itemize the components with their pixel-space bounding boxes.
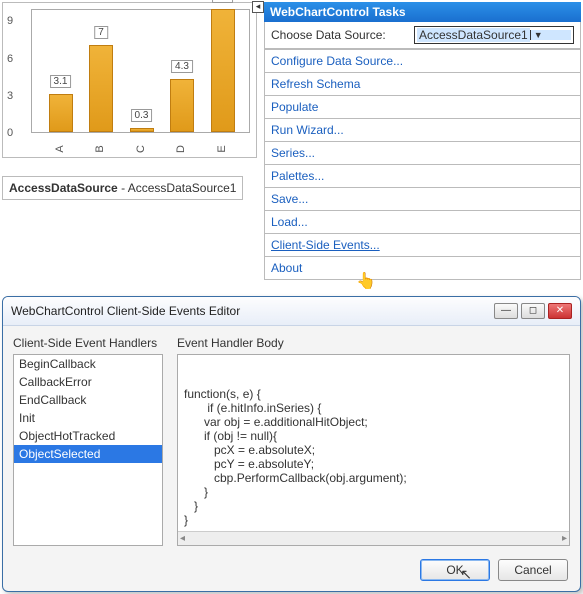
code-editor[interactable]: function(s, e) { if (e.hitInfo.inSeries)… (177, 354, 570, 546)
task-link[interactable]: Populate (271, 100, 318, 114)
list-item[interactable]: BeginCallback (14, 355, 162, 373)
task-link[interactable]: Save... (271, 192, 308, 206)
task-link[interactable]: Refresh Schema (271, 77, 360, 91)
bar-E (211, 9, 235, 132)
task-item[interactable]: Load... (264, 211, 581, 234)
task-item[interactable]: Run Wizard... (264, 119, 581, 142)
task-link[interactable]: Palettes... (271, 169, 324, 183)
minimize-button[interactable]: — (494, 303, 518, 319)
bar-C (130, 128, 154, 132)
bar-A (49, 94, 73, 132)
bar-label: 0.3 (131, 109, 153, 122)
choose-datasource-label: Choose Data Source: (271, 28, 386, 42)
events-editor-dialog: WebChartControl Client-Side Events Edito… (2, 296, 581, 592)
bar-chart: 3.1 7 0.3 4.3 9.9 0 3 6 9 A B C D E (2, 2, 257, 158)
task-item[interactable]: Populate (264, 96, 581, 119)
datasource-badge: AccessDataSource - AccessDataSource1 (2, 176, 243, 200)
list-item[interactable]: EndCallback (14, 391, 162, 409)
datasource-type: AccessDataSource (9, 181, 118, 195)
bar-D (170, 79, 194, 132)
task-item[interactable]: Palettes... (264, 165, 581, 188)
task-link[interactable]: Load... (271, 215, 308, 229)
list-item[interactable]: ObjectSelected (14, 445, 162, 463)
handlers-listbox[interactable]: BeginCallbackCallbackErrorEndCallbackIni… (13, 354, 163, 546)
task-item[interactable]: Save... (264, 188, 581, 211)
handlers-heading: Client-Side Event Handlers (13, 334, 169, 354)
bar-label: 4.3 (171, 60, 193, 73)
task-item[interactable]: Refresh Schema (264, 73, 581, 96)
choose-datasource-row: Choose Data Source: AccessDataSource1 ▼ (264, 22, 581, 49)
list-item[interactable]: CallbackError (14, 373, 162, 391)
task-link[interactable]: Client-Side Events... (271, 238, 380, 252)
task-link[interactable]: Run Wizard... (271, 123, 344, 137)
dialog-title: WebChartControl Client-Side Events Edito… (11, 304, 491, 318)
y-tick: 3 (7, 90, 13, 102)
bar-B (89, 45, 113, 132)
task-item[interactable]: Client-Side Events... (264, 234, 581, 257)
x-tick: B (94, 145, 106, 152)
datasource-selected: AccessDataSource1 (417, 28, 530, 42)
ok-button[interactable]: OK (420, 559, 490, 581)
task-item[interactable]: About (264, 257, 581, 280)
task-item[interactable]: Configure Data Source... (264, 49, 581, 73)
x-tick: D (175, 145, 187, 153)
smart-tag-icon[interactable] (252, 1, 264, 13)
chevron-down-icon[interactable]: ▼ (530, 30, 571, 40)
bar-label: 7 (94, 26, 108, 39)
datasource-name: AccessDataSource1 (128, 181, 237, 195)
close-button[interactable]: ✕ (548, 303, 572, 319)
tasks-panel: WebChartControl Tasks Choose Data Source… (264, 2, 581, 280)
horizontal-scrollbar[interactable]: ◂▸ (178, 531, 569, 545)
bar-label: 9.9 (212, 0, 234, 3)
code-text: function(s, e) { if (e.hitInfo.inSeries)… (184, 387, 563, 527)
task-item[interactable]: Series... (264, 142, 581, 165)
x-tick: A (54, 145, 66, 152)
list-item[interactable]: ObjectHotTracked (14, 427, 162, 445)
cancel-button[interactable]: Cancel (498, 559, 568, 581)
y-tick: 9 (7, 15, 13, 27)
x-tick: E (216, 145, 228, 152)
y-tick: 6 (7, 53, 13, 65)
bar-label: 3.1 (50, 75, 72, 88)
body-heading: Event Handler Body (177, 334, 570, 354)
task-link[interactable]: Configure Data Source... (271, 54, 403, 68)
task-link[interactable]: About (271, 261, 302, 275)
y-tick: 0 (7, 127, 13, 139)
datasource-dropdown[interactable]: AccessDataSource1 ▼ (414, 26, 574, 44)
x-tick: C (135, 145, 147, 153)
tasks-title: WebChartControl Tasks (264, 2, 581, 22)
dialog-titlebar: WebChartControl Client-Side Events Edito… (3, 297, 580, 326)
maximize-button[interactable]: ◻ (521, 303, 545, 319)
task-link[interactable]: Series... (271, 146, 315, 160)
list-item[interactable]: Init (14, 409, 162, 427)
